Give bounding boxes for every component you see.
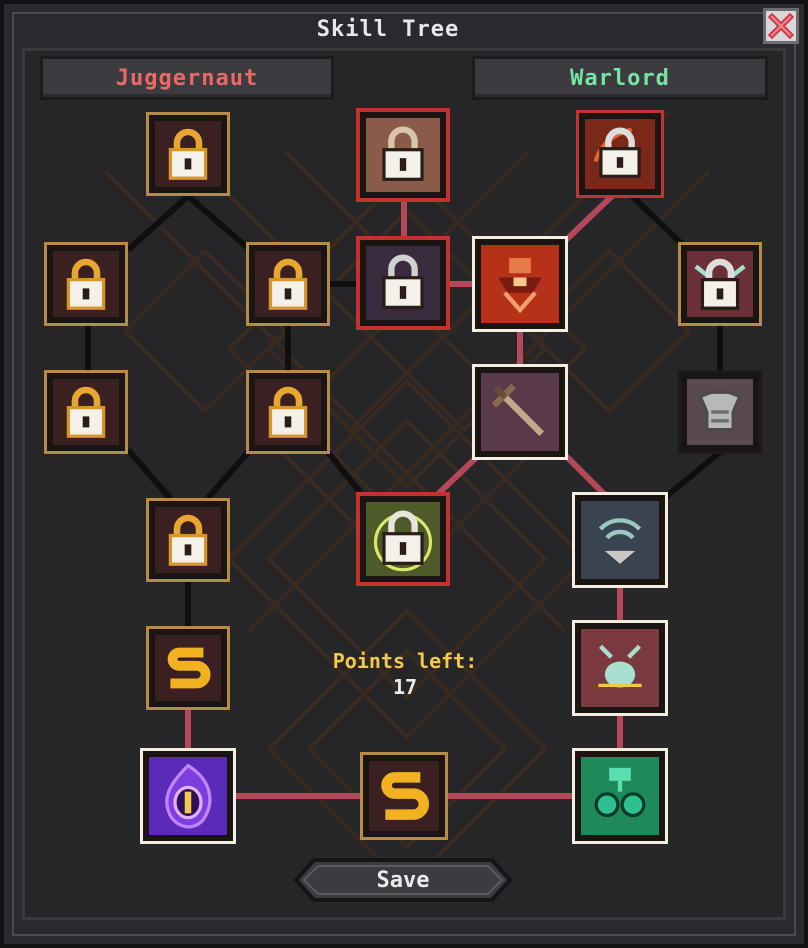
- skill-node-armor[interactable]: [678, 370, 762, 454]
- arcane-eye-icon: [165, 763, 212, 829]
- link-locked: [186, 193, 252, 253]
- link-locked: [125, 193, 191, 253]
- beetle-icon: [598, 644, 642, 688]
- shield-icon: [598, 518, 642, 564]
- save-button[interactable]: Save: [292, 856, 514, 904]
- skill-node-warrior[interactable]: [472, 236, 568, 332]
- link-active: [563, 453, 607, 497]
- skill-node-locked[interactable]: [678, 242, 762, 326]
- skill-node-orbs[interactable]: [572, 748, 668, 844]
- lock-icon: [694, 258, 746, 310]
- lock-icon: [66, 386, 106, 438]
- link-locked: [125, 448, 173, 500]
- sword-icon: [491, 383, 544, 436]
- skill-node-locked[interactable]: [146, 112, 230, 196]
- points-label: Points left:: [332, 649, 478, 673]
- skill-node-locked[interactable]: [246, 370, 330, 454]
- skill-node-s[interactable]: [360, 752, 448, 840]
- link-locked: [629, 193, 687, 249]
- lock-icon: [593, 127, 641, 178]
- s-rune-icon: [167, 647, 211, 689]
- warrior-icon: [498, 258, 542, 314]
- save-label: Save: [376, 867, 430, 893]
- skill-node-arcane-eye[interactable]: [140, 748, 236, 844]
- lock-icon: [168, 514, 208, 566]
- lock-icon: [373, 510, 433, 572]
- skill-node-s[interactable]: [146, 626, 230, 710]
- skill-node-beetle[interactable]: [572, 620, 668, 716]
- lock-icon: [268, 386, 308, 438]
- points-display: Points left: 17: [320, 648, 490, 700]
- lock-icon: [168, 128, 208, 180]
- link-active: [435, 451, 483, 497]
- s-rune-icon: [381, 772, 430, 820]
- skill-node-locked[interactable]: [146, 498, 230, 582]
- orbs-icon: [594, 767, 646, 818]
- link-locked: [323, 448, 363, 494]
- skill-node-locked[interactable]: [44, 370, 128, 454]
- link-locked: [205, 448, 253, 500]
- link-active: [563, 193, 615, 243]
- skill-node-locked-red[interactable]: [356, 236, 450, 330]
- lock-icon: [382, 254, 424, 309]
- lock-icon: [66, 258, 106, 310]
- skill-node-locked-red[interactable]: [576, 110, 664, 198]
- skill-node-locked[interactable]: [246, 242, 330, 326]
- lock-icon: [382, 126, 424, 181]
- points-value: 17: [392, 675, 418, 699]
- link-locked: [660, 449, 722, 503]
- lock-icon: [268, 258, 308, 310]
- skill-node-locked-red[interactable]: [356, 492, 450, 586]
- skill-node-sword[interactable]: [472, 364, 568, 460]
- skill-node-locked-red[interactable]: [356, 108, 450, 202]
- armor-icon: [698, 390, 742, 432]
- skill-node-shield[interactable]: [572, 492, 668, 588]
- skill-node-locked[interactable]: [44, 242, 128, 326]
